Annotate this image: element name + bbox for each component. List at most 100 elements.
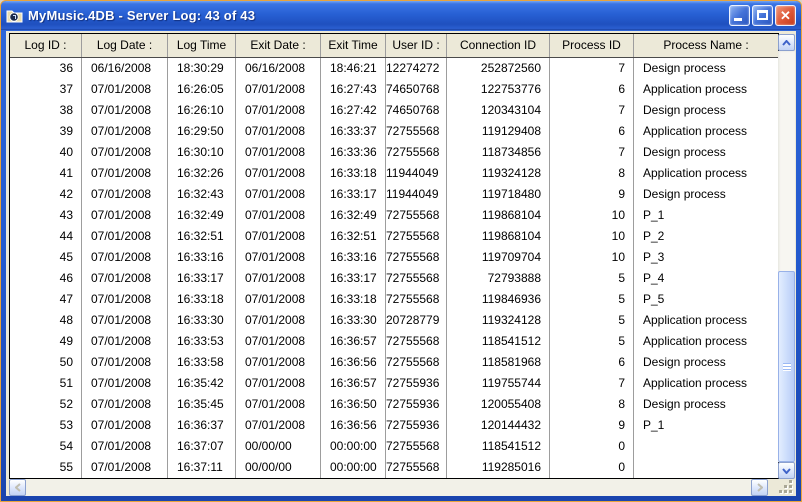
- table-cell-exit_time: 16:32:49: [321, 205, 386, 226]
- table-row[interactable]: 5307/01/200816:36:3707/01/200816:36:5672…: [10, 415, 778, 436]
- chevron-left-icon: [15, 483, 21, 492]
- table-row[interactable]: 3707/01/200816:26:0507/01/200816:27:4374…: [10, 79, 778, 100]
- scroll-left-button[interactable]: [9, 479, 26, 496]
- table-cell-process_name: Design process: [634, 58, 778, 79]
- table-row[interactable]: 3606/16/200818:30:2906/16/200818:46:2112…: [10, 58, 778, 79]
- table-cell-exit_date: 07/01/2008: [236, 289, 321, 310]
- table-cell-user_id: 72755936: [386, 373, 447, 394]
- table-row[interactable]: 4807/01/200816:33:3007/01/200816:33:3020…: [10, 310, 778, 331]
- scroll-right-button[interactable]: [751, 479, 768, 496]
- table-cell-log_time: 16:33:18: [168, 289, 236, 310]
- column-header-exit_date[interactable]: Exit Date :: [236, 34, 321, 57]
- maximize-button[interactable]: [752, 5, 773, 26]
- column-header-user_id[interactable]: User ID :: [386, 34, 447, 57]
- resize-grip[interactable]: [778, 479, 795, 496]
- close-button[interactable]: ✕: [775, 5, 796, 26]
- table-row[interactable]: 4107/01/200816:32:2607/01/200816:33:1811…: [10, 163, 778, 184]
- table-cell-connection_id: 119324128: [447, 310, 550, 331]
- grip-dot-icon: [789, 490, 792, 493]
- table-cell-log_date: 07/01/2008: [82, 352, 168, 373]
- table-cell-log_date: 07/01/2008: [82, 436, 168, 457]
- table-cell-log_time: 16:33:53: [168, 331, 236, 352]
- table-cell-log_id: 37: [10, 79, 82, 100]
- table-cell-user_id: 72755568: [386, 289, 447, 310]
- table-cell-user_id: 11944049: [386, 184, 447, 205]
- table-cell-process_name: Design process: [634, 394, 778, 415]
- table-row[interactable]: 4507/01/200816:33:1607/01/200816:33:1672…: [10, 247, 778, 268]
- scroll-track[interactable]: [778, 51, 795, 462]
- table-cell-log_id: 43: [10, 205, 82, 226]
- table-row[interactable]: 3907/01/200816:29:5007/01/200816:33:3772…: [10, 121, 778, 142]
- table-cell-exit_date: 07/01/2008: [236, 79, 321, 100]
- table-row[interactable]: 4207/01/200816:32:4307/01/200816:33:1711…: [10, 184, 778, 205]
- scroll-thumb[interactable]: [778, 271, 795, 462]
- table-cell-process_name: [634, 457, 778, 478]
- table-cell-connection_id: 119846936: [447, 289, 550, 310]
- table-cell-exit_time: 00:00:00: [321, 436, 386, 457]
- table-cell-process_name: P_4: [634, 268, 778, 289]
- table-cell-process_name: Application process: [634, 79, 778, 100]
- grip-dot-icon: [784, 485, 787, 488]
- column-header-process_name[interactable]: Process Name :: [634, 34, 778, 57]
- table-cell-process_name: P_5: [634, 289, 778, 310]
- table-cell-process_id: 9: [550, 415, 634, 436]
- table-cell-user_id: 12274272: [386, 58, 447, 79]
- column-header-connection_id[interactable]: Connection ID: [447, 34, 550, 57]
- table-row[interactable]: 4707/01/200816:33:1807/01/200816:33:1872…: [10, 289, 778, 310]
- table-cell-exit_time: 00:00:00: [321, 457, 386, 478]
- table-cell-connection_id: 119718480: [447, 184, 550, 205]
- table-cell-log_id: 50: [10, 352, 82, 373]
- minimize-button[interactable]: [729, 5, 750, 26]
- table-row[interactable]: 4007/01/200816:30:1007/01/200816:33:3672…: [10, 142, 778, 163]
- horizontal-scrollbar[interactable]: [9, 479, 768, 496]
- table-cell-log_id: 42: [10, 184, 82, 205]
- table-cell-user_id: 72755936: [386, 415, 447, 436]
- table-row[interactable]: 4307/01/200816:32:4907/01/200816:32:4972…: [10, 205, 778, 226]
- table-cell-process_id: 5: [550, 310, 634, 331]
- table-cell-user_id: 72755568: [386, 205, 447, 226]
- column-header-process_id[interactable]: Process ID: [550, 34, 634, 57]
- table-cell-process_name: Application process: [634, 331, 778, 352]
- table-cell-log_id: 36: [10, 58, 82, 79]
- vertical-scrollbar[interactable]: [778, 34, 795, 479]
- table-cell-connection_id: 118541512: [447, 331, 550, 352]
- table-row[interactable]: 4407/01/200816:32:5107/01/200816:32:5172…: [10, 226, 778, 247]
- table-cell-log_id: 55: [10, 457, 82, 478]
- table-cell-exit_date: 07/01/2008: [236, 184, 321, 205]
- table-cell-log_date: 07/01/2008: [82, 415, 168, 436]
- table-cell-exit_time: 16:36:57: [321, 373, 386, 394]
- scroll-up-button[interactable]: [778, 34, 795, 51]
- table-cell-process_name: Design process: [634, 352, 778, 373]
- table-row[interactable]: 5207/01/200816:35:4507/01/200816:36:5072…: [10, 394, 778, 415]
- table-cell-connection_id: 119868104: [447, 205, 550, 226]
- column-header-log_time[interactable]: Log Time: [168, 34, 236, 57]
- table-cell-user_id: 72755568: [386, 121, 447, 142]
- titlebar[interactable]: MyMusic.4DB - Server Log: 43 of 43 ✕: [1, 1, 801, 30]
- table-cell-log_date: 07/01/2008: [82, 205, 168, 226]
- table-cell-user_id: 72755568: [386, 142, 447, 163]
- scroll-down-button[interactable]: [778, 462, 795, 479]
- maximize-icon: [757, 10, 768, 20]
- table-cell-log_time: 16:33:30: [168, 310, 236, 331]
- table-cell-log_time: 16:32:51: [168, 226, 236, 247]
- table-row[interactable]: 5407/01/200816:37:0700/00/0000:00:007275…: [10, 436, 778, 457]
- table-row[interactable]: 4907/01/200816:33:5307/01/200816:36:5772…: [10, 331, 778, 352]
- table-row[interactable]: 4607/01/200816:33:1707/01/200816:33:1772…: [10, 268, 778, 289]
- table-row[interactable]: 3807/01/200816:26:1007/01/200816:27:4274…: [10, 100, 778, 121]
- table-cell-log_time: 18:30:29: [168, 58, 236, 79]
- table-row[interactable]: 5007/01/200816:33:5807/01/200816:36:5672…: [10, 352, 778, 373]
- table-cell-exit_date: 07/01/2008: [236, 142, 321, 163]
- column-header-exit_time[interactable]: Exit Time: [321, 34, 386, 57]
- table-cell-exit_time: 16:32:51: [321, 226, 386, 247]
- table-cell-process_name: P_1: [634, 415, 778, 436]
- server-log-window: MyMusic.4DB - Server Log: 43 of 43 ✕ Log…: [0, 0, 802, 502]
- table-cell-connection_id: 120343104: [447, 100, 550, 121]
- table-cell-exit_time: 16:33:16: [321, 247, 386, 268]
- column-header-log_date[interactable]: Log Date :: [82, 34, 168, 57]
- table-cell-process_id: 10: [550, 226, 634, 247]
- table-row[interactable]: 5507/01/200816:37:1100/00/0000:00:007275…: [10, 457, 778, 478]
- grip-dot-icon: [784, 490, 787, 493]
- table-cell-process_id: 5: [550, 289, 634, 310]
- column-header-log_id[interactable]: Log ID :: [10, 34, 82, 57]
- table-row[interactable]: 5107/01/200816:35:4207/01/200816:36:5772…: [10, 373, 778, 394]
